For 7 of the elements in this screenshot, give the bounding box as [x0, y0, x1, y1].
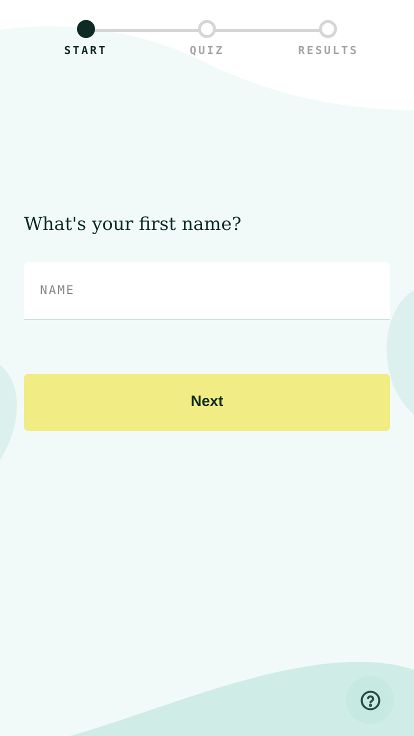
next-button[interactable]: Next — [24, 374, 390, 430]
step-label: QUIZ — [190, 43, 224, 59]
step-label: RESULTS — [298, 43, 358, 59]
help-icon — [360, 690, 380, 710]
name-input-field[interactable]: NAME — [24, 262, 390, 320]
step-label: START — [64, 43, 108, 59]
question-heading: What's your first name? — [24, 212, 242, 236]
